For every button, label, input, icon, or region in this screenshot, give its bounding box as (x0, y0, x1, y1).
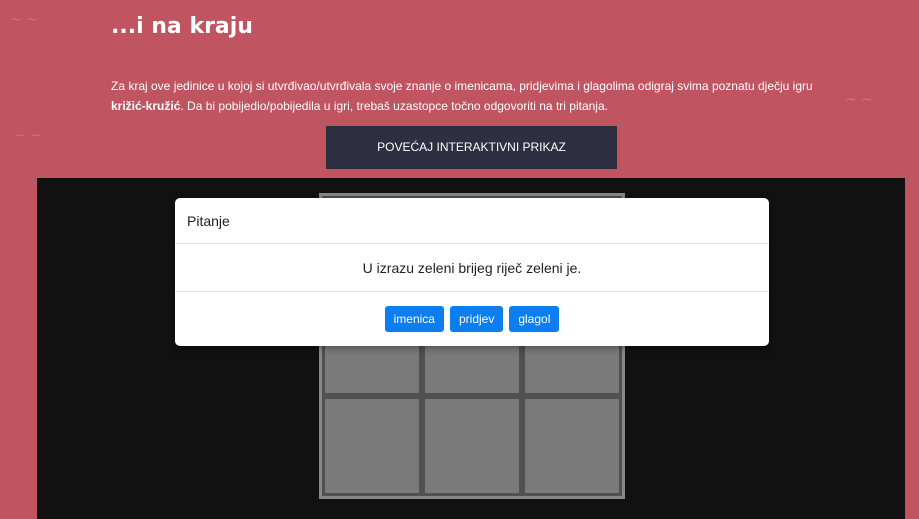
background-decoration: ~ ~ (845, 92, 873, 108)
enlarge-interactive-button[interactable]: POVEĆAJ INTERAKTIVNI PRIKAZ (326, 126, 617, 169)
board-cell-9[interactable] (525, 399, 619, 493)
modal-header: Pitanje (175, 198, 769, 244)
question-modal: Pitanje U izrazu zeleni brijeg riječ zel… (175, 198, 769, 346)
answer-button-glagol[interactable]: glagol (509, 306, 560, 332)
page-title: ...i na kraju (111, 14, 253, 39)
board-cell-7[interactable] (325, 399, 419, 493)
page: ~ ~ ~ ~ ~ ~ ...i na kraju Za kraj ove je… (0, 0, 919, 519)
intro-text: Za kraj ove jedinice u kojoj si utvrđiva… (111, 76, 831, 116)
modal-body: U izrazu zeleni brijeg riječ zeleni je. (175, 244, 769, 292)
intro-text-part-1: Za kraj ove jedinice u kojoj si utvrđiva… (111, 79, 813, 93)
background-decoration: ~ ~ (10, 12, 38, 28)
answer-button-pridjev[interactable]: pridjev (449, 306, 504, 332)
intro-text-bold: križić-kružić (111, 99, 181, 113)
modal-title: Pitanje (187, 212, 230, 229)
background-decoration: ~ ~ (14, 128, 42, 144)
modal-footer: imenica pridjev glagol (175, 292, 769, 346)
answer-button-imenica[interactable]: imenica (384, 306, 444, 332)
intro-text-part-2: . Da bi pobijedio/pobijedila u igri, tre… (180, 99, 608, 113)
board-cell-8[interactable] (425, 399, 519, 493)
question-text: U izrazu zeleni brijeg riječ zeleni je. (362, 259, 582, 276)
